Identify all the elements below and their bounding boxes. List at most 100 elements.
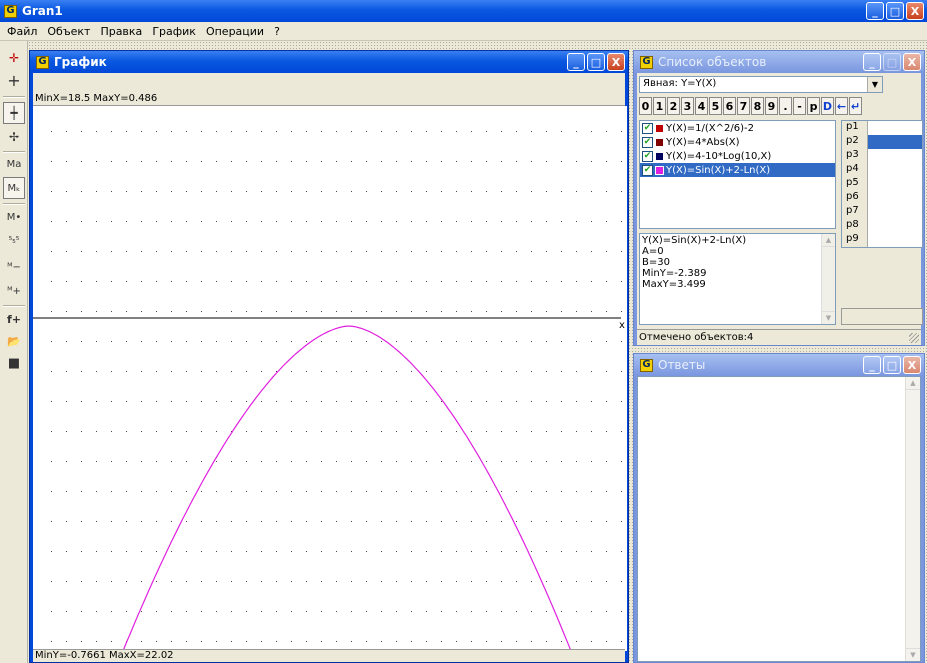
key-0[interactable]: 0 <box>639 97 652 115</box>
answers-minimize-button[interactable]: _ <box>863 356 881 374</box>
scroll-down-icon[interactable]: ▼ <box>822 311 835 324</box>
chevron-down-icon[interactable]: ▼ <box>867 77 882 92</box>
object-list-item[interactable]: ✔ Y(X)=Sin(X)+2-Ln(X) <box>640 163 835 177</box>
answers-scroll-up-icon[interactable]: ▲ <box>906 377 920 390</box>
parameter-row[interactable]: p8 <box>842 219 922 233</box>
menu-object[interactable]: Объект <box>42 25 95 38</box>
function-curve[interactable] <box>122 325 572 652</box>
checkbox[interactable]: ✔ <box>642 164 653 176</box>
parameter-value[interactable] <box>868 121 922 135</box>
app-g-icon: G <box>4 4 17 18</box>
scale-5-icon[interactable]: ⁵₅⁵ <box>3 230 25 252</box>
object-label: Y(X)=Sin(X)+2-Ln(X) <box>666 164 771 176</box>
parameter-value-input[interactable] <box>841 308 923 325</box>
key-4[interactable]: 4 <box>695 97 708 115</box>
key-p[interactable]: p <box>807 97 820 115</box>
menu-graph[interactable]: График <box>147 25 201 38</box>
object-list-item[interactable]: ✔ Y(X)=1/(X^2/6)-2 <box>640 121 835 135</box>
info-line: MaxY=3.499 <box>642 279 706 290</box>
checkbox[interactable]: ✔ <box>642 122 653 134</box>
answers-close-button[interactable]: X <box>903 356 921 374</box>
open-folder-icon[interactable]: 📂 <box>3 330 25 352</box>
scale-k-icon[interactable]: Mₖ <box>3 177 25 199</box>
objects-close-button[interactable]: X <box>903 53 921 71</box>
graph-minimize-button[interactable]: _ <box>567 53 585 71</box>
save-icon[interactable]: ■ <box>3 352 25 374</box>
scroll-up-icon[interactable]: ▲ <box>822 234 835 247</box>
key-6[interactable]: 6 <box>723 97 736 115</box>
graph-close-button[interactable]: X <box>607 53 625 71</box>
parameter-value[interactable] <box>868 233 922 247</box>
checkbox[interactable]: ✔ <box>642 150 653 162</box>
key-2[interactable]: 2 <box>667 97 680 115</box>
answers-scroll-down-icon[interactable]: ▼ <box>906 648 920 661</box>
object-list-item[interactable]: ✔ Y(X)=4*Abs(X) <box>640 135 835 149</box>
parameter-row[interactable]: p6 <box>842 191 922 205</box>
resize-grip-icon[interactable] <box>909 333 919 343</box>
parameter-value[interactable] <box>868 163 922 177</box>
parameter-name: p4 <box>842 163 868 177</box>
graph-canvas[interactable]: x <box>33 106 627 652</box>
parameter-value[interactable] <box>868 219 922 233</box>
graph-plot[interactable]: x <box>33 106 627 652</box>
objects-window-title-bar[interactable]: G Список объектов _ □ X <box>634 51 924 73</box>
zoom-in-icon[interactable]: ᴹ+ <box>3 280 25 302</box>
parameter-value[interactable] <box>868 135 922 149</box>
key-7[interactable]: 7 <box>737 97 750 115</box>
parameter-row[interactable]: p7 <box>842 205 922 219</box>
axes-move-icon[interactable]: ┿ <box>3 102 25 124</box>
parameter-value[interactable] <box>868 149 922 163</box>
key-d[interactable]: D <box>821 97 834 115</box>
parameter-name: p6 <box>842 191 868 205</box>
info-line: A=0 <box>642 246 664 257</box>
menu-file[interactable]: Файл <box>2 25 42 38</box>
key-dot[interactable]: . <box>779 97 792 115</box>
menu-edit[interactable]: Правка <box>95 25 147 38</box>
menu-help[interactable]: ? <box>269 25 285 38</box>
graph-window-title-bar[interactable]: G График _ □ X <box>30 51 628 73</box>
backspace-icon[interactable]: ← <box>835 97 848 115</box>
zoom-out-icon[interactable]: ᴹ− <box>3 256 25 278</box>
parameter-value[interactable] <box>868 177 922 191</box>
graph-window-body: MinX=18.5 MaxY=0.486 x MinY=-0.7661 MaxX… <box>33 73 627 662</box>
object-list-item[interactable]: ✔ Y(X)=4-10*Log(10,X) <box>640 149 835 163</box>
answers-maximize-button[interactable]: □ <box>883 356 901 374</box>
parameter-row[interactable]: p4 <box>842 163 922 177</box>
key-3[interactable]: 3 <box>681 97 694 115</box>
axes-rotate-icon[interactable]: ✢ <box>3 126 25 148</box>
axes-red-icon[interactable]: ✛ <box>3 47 25 69</box>
answers-window: G Ответы _ □ X ▲ ▼ <box>633 353 925 663</box>
info-scrollbar[interactable]: ▲ ▼ <box>821 234 835 324</box>
key-5[interactable]: 5 <box>709 97 722 115</box>
axes-icon[interactable]: + <box>3 69 25 91</box>
parameter-row[interactable]: p3 <box>842 149 922 163</box>
answers-text-area[interactable]: ▲ ▼ <box>637 376 921 662</box>
menu-operations[interactable]: Операции <box>201 25 269 38</box>
objects-minimize-button[interactable]: _ <box>863 53 881 71</box>
minimize-button[interactable]: _ <box>866 2 884 20</box>
color-swatch <box>656 138 663 146</box>
key-9[interactable]: 9 <box>765 97 778 115</box>
enter-icon[interactable]: ↵ <box>849 97 862 115</box>
objects-maximize-button[interactable]: □ <box>883 53 901 71</box>
checkbox[interactable]: ✔ <box>642 136 653 148</box>
key-minus[interactable]: - <box>793 97 806 115</box>
parameter-name: p2 <box>842 135 868 149</box>
key-8[interactable]: 8 <box>751 97 764 115</box>
maximize-button[interactable]: □ <box>886 2 904 20</box>
add-function-icon[interactable]: f+ <box>3 308 25 330</box>
parameter-value[interactable] <box>868 205 922 219</box>
parameter-row[interactable]: p2 <box>842 135 922 149</box>
key-1[interactable]: 1 <box>653 97 666 115</box>
parameter-row[interactable]: p9 <box>842 233 922 247</box>
parameter-row[interactable]: p1 <box>842 121 922 135</box>
answers-scrollbar[interactable]: ▲ ▼ <box>905 377 920 661</box>
parameter-row[interactable]: p5 <box>842 177 922 191</box>
graph-maximize-button[interactable]: □ <box>587 53 605 71</box>
scale-point-icon[interactable]: M• <box>3 206 25 228</box>
scale-a-icon[interactable]: Ma <box>3 153 25 175</box>
object-type-select[interactable]: Явная: Y=Y(X) ▼ <box>639 76 883 93</box>
answers-window-title-bar[interactable]: G Ответы _ □ X <box>634 354 924 376</box>
parameter-value[interactable] <box>868 191 922 205</box>
close-button[interactable]: X <box>906 2 924 20</box>
